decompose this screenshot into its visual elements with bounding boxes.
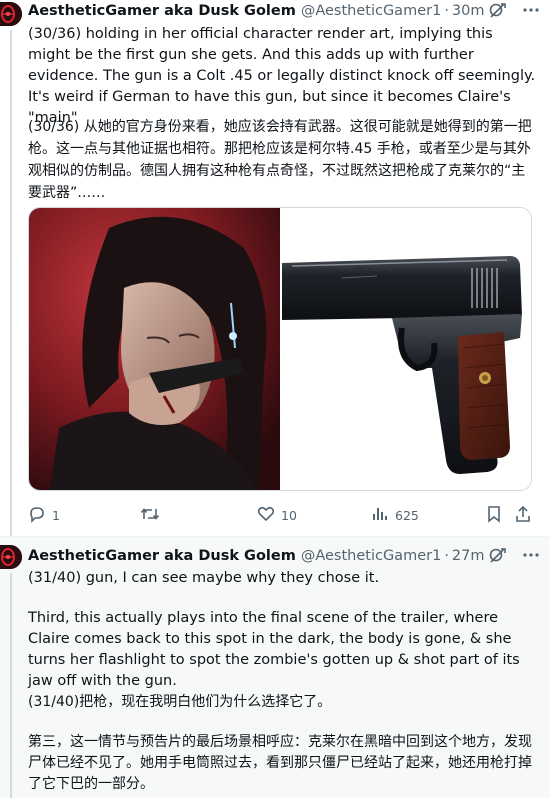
views-button[interactable]: 625 <box>371 505 419 525</box>
author-handle[interactable]: @AestheticGamer1 <box>301 3 441 19</box>
views-count: 625 <box>395 507 419 523</box>
like-count: 10 <box>281 507 297 523</box>
tweet-text-zh-1-content: (31/40)把枪，现在我明白他们为什么选择它了。 <box>28 694 332 710</box>
bookmark-icon <box>486 505 502 526</box>
tweet-header: AestheticGamer aka Dusk Golem @Aesthetic… <box>28 546 540 566</box>
tweet-header: AestheticGamer aka Dusk Golem @Aesthetic… <box>28 1 540 21</box>
tweet-text-en: (30/36) holding in her official characte… <box>28 24 536 129</box>
media-grid[interactable] <box>28 207 532 491</box>
reply-icon <box>28 505 46 526</box>
author-handle[interactable]: @AestheticGamer1 <box>301 548 441 564</box>
reply-button[interactable]: 1 <box>28 505 60 525</box>
tweet-text-en-2-content: Third, this actually plays into the fina… <box>28 610 520 689</box>
more-icon[interactable] <box>522 1 540 19</box>
translate-icon[interactable] <box>488 1 508 19</box>
tweet-text-en-content: (30/36) holding in her official characte… <box>28 26 536 126</box>
avatar[interactable] <box>0 545 22 569</box>
retweet-icon <box>140 505 160 526</box>
retweet-button[interactable] <box>140 505 166 525</box>
tweet-text-zh-1: (31/40)把枪，现在我明白他们为什么选择它了。 <box>28 692 536 713</box>
separator: · <box>444 548 449 564</box>
thread-line <box>10 30 12 536</box>
tweet-2[interactable]: AestheticGamer aka Dusk Golem @Aesthetic… <box>0 537 550 798</box>
share-button[interactable] <box>514 505 532 525</box>
reply-count: 1 <box>52 507 60 523</box>
tweet-text-en-1-content: (31/40) gun, I can see maybe why they ch… <box>28 570 380 586</box>
views-icon <box>371 505 389 526</box>
tweet-actions: 1 10 625 <box>28 505 536 525</box>
tweet-text-zh: (30/36) 从她的官方身份来看，她应该会持有武器。这很可能就是她得到的第一把… <box>28 116 536 204</box>
share-icon <box>514 505 532 526</box>
tweet-text-en-1: (31/40) gun, I can see maybe why they ch… <box>28 568 536 589</box>
like-icon <box>257 505 275 526</box>
tweet-text-en-2: Third, this actually plays into the fina… <box>28 608 536 692</box>
tweet-text-zh-content: (30/36) 从她的官方身份来看，她应该会持有武器。这很可能就是她得到的第一把… <box>28 119 532 201</box>
tweet-text-zh-2-content: 第三，这一情节与预告片的最后场景相呼应：克莱尔在黑暗中回到这个地方，发现尸体已经… <box>28 734 532 792</box>
tweet-text-zh-2: 第三，这一情节与预告片的最后场景相呼应：克莱尔在黑暗中回到这个地方，发现尸体已经… <box>28 732 536 795</box>
tweet-1[interactable]: AestheticGamer aka Dusk Golem @Aesthetic… <box>0 0 550 536</box>
avatar[interactable] <box>0 2 22 26</box>
translate-icon[interactable] <box>488 546 508 564</box>
timestamp[interactable]: 30m <box>452 3 485 19</box>
like-button[interactable]: 10 <box>257 505 297 525</box>
character-render-image[interactable] <box>29 208 280 490</box>
more-icon[interactable] <box>522 546 540 564</box>
bookmark-button[interactable] <box>486 505 502 525</box>
thread-line <box>10 573 12 798</box>
pistol-image[interactable] <box>282 208 531 490</box>
author-name[interactable]: AestheticGamer aka Dusk Golem <box>28 3 296 19</box>
author-name[interactable]: AestheticGamer aka Dusk Golem <box>28 548 296 564</box>
timestamp[interactable]: 27m <box>452 548 485 564</box>
separator: · <box>444 3 449 19</box>
